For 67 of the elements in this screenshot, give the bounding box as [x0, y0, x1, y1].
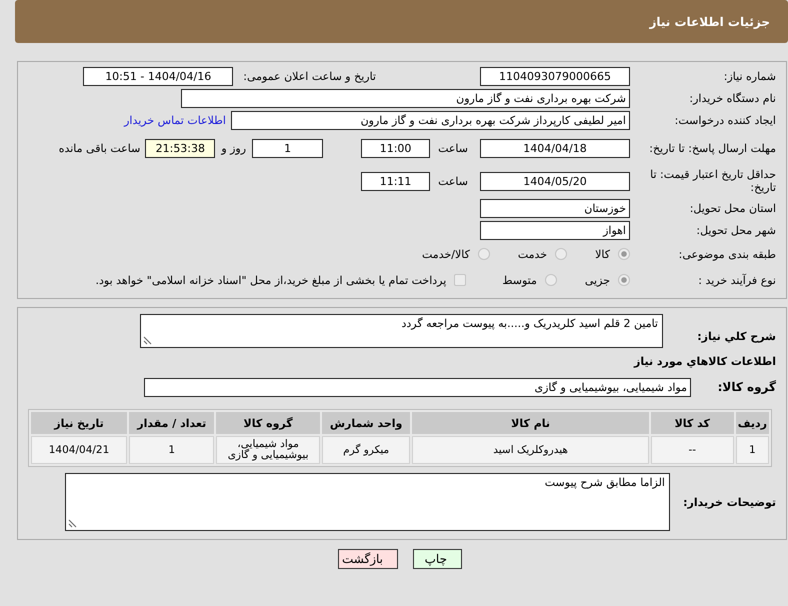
back-button[interactable]: بازگشت [338, 549, 398, 569]
column-header: تعداد / مقدار [129, 412, 214, 434]
field-label: ساعت باقی مانده [58, 142, 140, 154]
section-title: اطلاعات كالاهاي مورد نياز [632, 355, 776, 368]
field-label: مهلت ارسال پاسخ: تا تاریخ: [648, 142, 776, 154]
radio-button[interactable] [544, 274, 557, 286]
text-field[interactable]: 1404/04/16 - 10:51 [83, 67, 234, 86]
radio-label: خدمت [518, 248, 548, 260]
column-header: گروه کالا [216, 412, 320, 434]
field-label: توضیحات خریدار: [682, 496, 776, 508]
checkbox[interactable] [454, 274, 466, 286]
countdown-field: 21:53:38 [145, 138, 216, 158]
table-cell: مواد شیمیایی، بیوشیمیایی و گازی [216, 436, 320, 464]
field-text: الزاما مطابق شرح پیوست [544, 476, 665, 489]
description-field[interactable]: تامین 2 قلم اسید کلریدریک و.....به پیوست مراجعه گردد [140, 314, 663, 348]
table-cell: 1404/04/21 [31, 436, 128, 464]
field-label: ایجاد کننده درخواست: [674, 114, 776, 127]
field-label: شرح کلي نياز: [696, 330, 776, 342]
text-field[interactable]: 1104093079000665 [480, 67, 630, 86]
column-header: تاریخ نیاز [31, 412, 128, 434]
time-field[interactable]: 11:00 [361, 138, 430, 158]
radio-label: کالا [595, 248, 610, 260]
text-field[interactable]: 1 [252, 138, 324, 158]
time-field[interactable]: 11:11 [361, 172, 430, 190]
field-label: نوع فرآیند خرید : [697, 274, 776, 286]
column-header: نام کالا [412, 412, 649, 434]
resize-grip-icon[interactable] [143, 336, 152, 345]
table-cell: 1 [129, 436, 214, 464]
field-label: استان محل تحویل: [688, 202, 776, 215]
table-cell: میکرو گرم [322, 436, 410, 464]
field-label: نام دستگاه خریدار: [688, 92, 776, 105]
resize-grip-icon[interactable] [68, 519, 77, 528]
table-cell: -- [650, 436, 734, 464]
radio-label: متوسط [502, 274, 537, 286]
radio-button[interactable] [618, 248, 630, 260]
field-label: شهر محل تحویل: [695, 224, 776, 237]
text-field[interactable]: امیر لطیفی کارپرداز شرکت بهره برداری نفت و گاز مارون [231, 111, 630, 130]
text-field[interactable]: اهواز [480, 221, 630, 240]
contact-link[interactable]: اطلاعات تماس خریدار [124, 114, 226, 127]
text-field[interactable]: شرکت بهره برداری نفت و گاز مارون [181, 89, 630, 108]
field-label: ساعت [438, 174, 468, 188]
field-label: ساعت [438, 142, 468, 154]
field-text: تامین 2 قلم اسید کلریدریک و.....به پیوست مراجعه گردد [401, 317, 658, 330]
radio-button[interactable] [555, 248, 568, 260]
text-field[interactable]: مواد شیمیایی، بیوشیمیایی و گازی [144, 378, 691, 397]
field-label: طبقه بندی موضوعی: [678, 248, 776, 260]
date-field[interactable]: 1404/04/18 [480, 138, 630, 158]
column-header: کد کالا [650, 412, 734, 434]
notes-field[interactable]: الزاما مطابق شرح پیوست [65, 473, 670, 531]
text-field[interactable]: خوزستان [480, 199, 630, 218]
field-label: شماره نیاز: [722, 70, 776, 83]
field-label: گروه کالا: [716, 381, 776, 394]
field-label: روز و [221, 142, 246, 154]
radio-label: کالا/خدمت [422, 248, 470, 260]
field-label: تاریخ و ساعت اعلان عمومی: [243, 70, 376, 83]
table-cell: 1 [736, 436, 769, 464]
column-header: ردیف [736, 412, 769, 434]
table-cell: هیدروکلریک اسید [412, 436, 649, 464]
page-title: جزئیات اطلاعات نیاز [649, 14, 770, 28]
column-header: واحد شمارش [322, 412, 410, 434]
checkbox-label: پرداخت تمام یا بخشی از مبلغ خرید،از محل "اسناد خزانه اسلامی" خواهد بود. [96, 274, 446, 286]
print-button[interactable]: چاپ [413, 549, 462, 569]
radio-button[interactable] [618, 274, 630, 286]
radio-button[interactable] [478, 248, 490, 260]
radio-label: جزیی [584, 274, 610, 286]
field-label: حداقل تاریخ اعتبار قیمت: تا تاریخ: [649, 168, 776, 194]
date-field[interactable]: 1404/05/20 [480, 172, 630, 190]
